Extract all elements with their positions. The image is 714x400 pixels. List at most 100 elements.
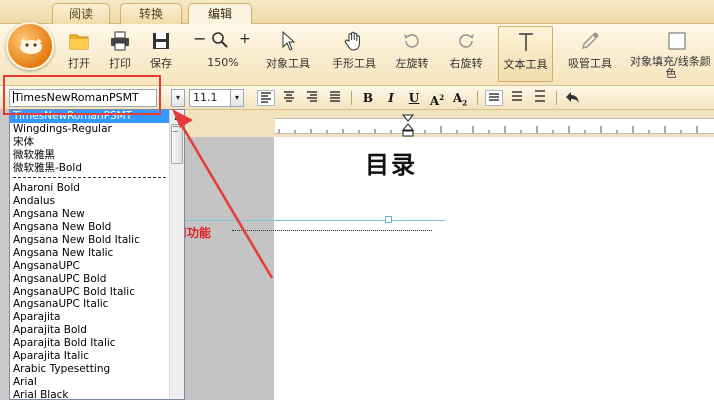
font-option[interactable]: Angsana New xyxy=(10,208,170,221)
hand-icon xyxy=(344,31,360,51)
font-option[interactable]: Andalus xyxy=(10,195,170,208)
toolbar-divider xyxy=(351,91,352,105)
bold-button[interactable]: B xyxy=(359,90,377,106)
eyedropper-tool-label: 吸管工具 xyxy=(568,57,612,70)
font-list-divider xyxy=(13,174,166,179)
print-label: 打印 xyxy=(109,57,131,70)
zoom-level[interactable]: 150% xyxy=(197,56,249,69)
font-option[interactable]: Angsana New Italic xyxy=(10,247,170,260)
font-option[interactable]: AngsanaUPC Italic xyxy=(10,298,170,311)
font-option[interactable]: Arial xyxy=(10,376,170,389)
line-spacing-wide-button[interactable] xyxy=(531,90,549,106)
document-page[interactable] xyxy=(274,137,714,400)
font-option[interactable]: Aparajita Bold xyxy=(10,324,170,337)
toolbar-divider xyxy=(556,91,557,105)
font-option[interactable]: AngsanaUPC xyxy=(10,260,170,273)
line-spacing-single-button[interactable] xyxy=(485,90,503,106)
rotate-right-button[interactable]: 右旋转 xyxy=(444,26,488,82)
toc-heading[interactable]: 目录 xyxy=(365,145,417,180)
align-left-button[interactable] xyxy=(257,90,275,106)
magnifier-icon[interactable] xyxy=(211,31,229,49)
fill-square-icon xyxy=(668,32,686,50)
font-option-recent[interactable]: 宋体 xyxy=(10,136,170,149)
object-tool-label: 对象工具 xyxy=(266,57,310,70)
font-option[interactable]: Arabic Typesetting xyxy=(10,363,170,376)
zoom-controls: − + xyxy=(193,30,253,50)
rotate-right-label: 右旋转 xyxy=(449,57,483,70)
font-list-scrollbar[interactable]: ▲ xyxy=(169,110,184,399)
print-button[interactable]: 打印 xyxy=(103,26,137,82)
line-spacing-medium-button[interactable] xyxy=(508,90,526,106)
align-justify-icon xyxy=(330,91,340,102)
save-label: 保存 xyxy=(150,57,172,70)
rotate-left-label: 左旋转 xyxy=(395,57,429,70)
font-size-input[interactable]: 11.1 xyxy=(189,89,233,107)
scroll-up-arrow-icon[interactable]: ▲ xyxy=(171,111,183,123)
underline-button[interactable]: U xyxy=(405,90,423,106)
font-size-dropdown-button[interactable]: ▾ xyxy=(230,89,244,107)
ruler-strip xyxy=(185,110,714,137)
font-option[interactable]: Arial Black xyxy=(10,389,170,399)
font-option[interactable]: Aharoni Bold xyxy=(10,182,170,195)
zoom-in-button[interactable]: + xyxy=(239,30,251,48)
toc-leader-dots xyxy=(232,230,432,231)
horizontal-ruler[interactable] xyxy=(275,118,714,134)
italic-button[interactable]: I xyxy=(382,90,400,106)
open-button[interactable]: 打开 xyxy=(62,26,96,82)
font-option[interactable]: Aparajita Bold Italic xyxy=(10,337,170,350)
text-tool-button[interactable]: 文本工具 xyxy=(498,26,553,82)
font-option[interactable]: Aparajita xyxy=(10,311,170,324)
font-option[interactable]: Angsana New Bold Italic xyxy=(10,234,170,247)
floppy-disk-icon xyxy=(153,33,169,49)
scrollbar-grip xyxy=(173,126,178,132)
font-option-recent[interactable]: Wingdings-Regular xyxy=(10,123,170,136)
undo-button[interactable] xyxy=(564,90,582,106)
app-logo[interactable] xyxy=(6,22,54,70)
tab-edit[interactable]: 编辑 xyxy=(188,3,252,24)
tab-read[interactable]: 阅读 xyxy=(52,3,110,24)
font-family-dropdown-button[interactable]: ▾ xyxy=(171,89,185,107)
rotate-right-icon xyxy=(459,34,474,48)
superscript-letter: A xyxy=(429,94,440,108)
hand-tool-button[interactable]: 手形工具 xyxy=(326,26,382,82)
font-option[interactable]: AngsanaUPC Bold xyxy=(10,273,170,286)
save-button[interactable]: 保存 xyxy=(144,26,178,82)
line-spacing-single-icon xyxy=(489,93,499,101)
align-right-button[interactable] xyxy=(303,90,321,106)
text-box-resize-handle[interactable] xyxy=(385,216,392,223)
toolbar-divider xyxy=(477,91,478,105)
font-option-recent[interactable]: 微软雅黑 xyxy=(10,149,170,162)
font-list-items: TimesNewRomanPSMT Wingdings-Regular 宋体 微软雅… xyxy=(10,110,170,399)
align-left-icon xyxy=(261,92,271,103)
font-option[interactable]: Aparajita Italic xyxy=(10,350,170,363)
hand-tool-label: 手形工具 xyxy=(332,57,376,70)
eyedropper-icon xyxy=(581,32,599,50)
line-spacing-wide-icon xyxy=(535,90,545,102)
superscript-mark: 2 xyxy=(439,93,445,102)
folder-icon xyxy=(69,34,89,50)
eyedropper-tool-button[interactable]: 吸管工具 xyxy=(562,26,618,82)
text-tool-label: 文本工具 xyxy=(503,58,548,71)
zoom-out-button[interactable]: − xyxy=(193,30,206,48)
subscript-letter: A xyxy=(452,91,463,105)
object-fill-label-line2: 色 xyxy=(665,67,677,80)
document-canvas[interactable] xyxy=(185,137,714,400)
align-center-button[interactable] xyxy=(280,90,298,106)
pointer-arrow-icon xyxy=(282,30,296,51)
object-fill-stroke-button[interactable]: 对象填充/线条颜 色 xyxy=(628,26,714,82)
font-option[interactable]: Angsana New Bold xyxy=(10,221,170,234)
align-justify-button[interactable] xyxy=(326,90,344,106)
rotate-left-icon xyxy=(404,34,419,48)
indent-marker-icon[interactable] xyxy=(401,114,415,138)
rotate-left-button[interactable]: 左旋转 xyxy=(390,26,434,82)
tab-convert[interactable]: 转换 xyxy=(120,3,182,24)
highlight-box xyxy=(3,75,161,115)
font-dropdown-list[interactable]: TimesNewRomanPSMT Wingdings-Regular 宋体 微软雅… xyxy=(9,109,185,400)
subscript-button[interactable]: A2 xyxy=(451,90,469,107)
superscript-button[interactable]: A2 xyxy=(428,90,446,108)
object-tool-button[interactable]: 对象工具 xyxy=(260,26,316,82)
font-option[interactable]: AngsanaUPC Bold Italic xyxy=(10,286,170,299)
font-option-recent[interactable]: 微软雅黑-Bold xyxy=(10,162,170,175)
line-spacing-medium-icon xyxy=(512,91,522,101)
align-center-icon xyxy=(284,91,294,102)
